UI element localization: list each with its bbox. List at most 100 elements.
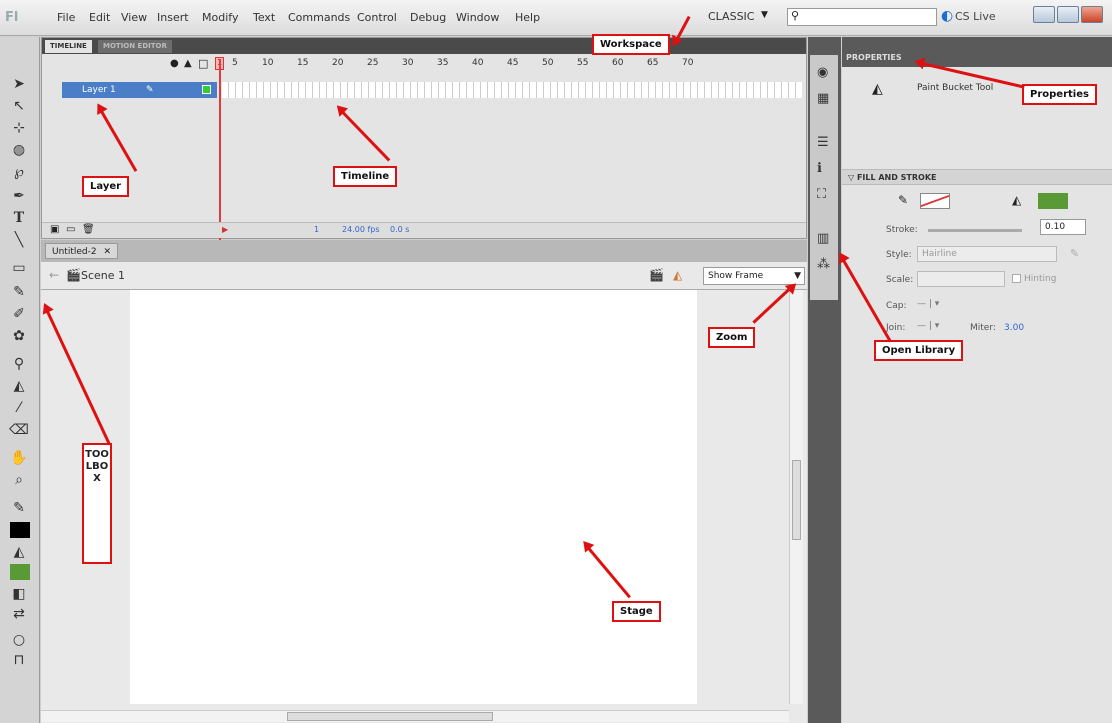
- section-header[interactable]: ▽ FILL AND STROKE: [842, 169, 1112, 185]
- search-input[interactable]: ⚲: [787, 8, 937, 26]
- app-logo: Fl: [5, 10, 19, 25]
- components-icon[interactable]: ⁂: [817, 257, 833, 273]
- library-icon[interactable]: ▥: [817, 231, 833, 247]
- paint-bucket-icon[interactable]: ◭: [8, 377, 30, 395]
- default-colors-icon[interactable]: ◧: [8, 585, 30, 603]
- close-icon[interactable]: ✕: [103, 247, 111, 257]
- stroke-slider[interactable]: [928, 229, 1022, 232]
- edit-scene-icon[interactable]: 🎬: [649, 268, 664, 282]
- menu-view[interactable]: View: [121, 11, 147, 24]
- callout-layer: Layer: [82, 176, 130, 197]
- rectangle-tool-icon[interactable]: ▭: [8, 259, 30, 277]
- line-tool-icon[interactable]: ╲: [8, 231, 30, 249]
- fill-color-swatch[interactable]: [1038, 193, 1068, 209]
- free-transform-icon[interactable]: ⊹: [8, 119, 30, 137]
- zoom-tool-icon[interactable]: ⌕: [8, 471, 30, 489]
- miter-value[interactable]: 3.00: [1004, 323, 1024, 333]
- align-icon[interactable]: ☰: [817, 135, 833, 151]
- menu-file[interactable]: File: [57, 11, 75, 24]
- bone-tool-icon[interactable]: ⚲: [8, 355, 30, 373]
- new-folder-icon[interactable]: ▭: [66, 224, 75, 235]
- info-icon[interactable]: ℹ: [817, 161, 833, 177]
- cs-live-button[interactable]: CS Live: [955, 10, 996, 23]
- menu-insert[interactable]: Insert: [157, 11, 189, 24]
- frame-cells[interactable]: [222, 82, 802, 98]
- layer-color-icon[interactable]: [202, 85, 211, 94]
- maximize-button[interactable]: [1057, 6, 1079, 23]
- menu-help[interactable]: Help: [515, 11, 540, 24]
- lasso-icon[interactable]: ℘: [8, 163, 30, 181]
- join-select[interactable]: — | ▾: [917, 321, 939, 331]
- pencil-icon: ✎: [146, 85, 154, 95]
- subselection-tool-icon[interactable]: ↖: [8, 97, 30, 115]
- edit-symbols-icon[interactable]: ◭: [673, 268, 682, 282]
- back-arrow-icon[interactable]: ←: [49, 268, 59, 282]
- timeline-tabbar: TIMELINE MOTION EDITOR: [42, 38, 806, 54]
- stroke-label: Stroke:: [886, 225, 918, 235]
- delete-layer-icon[interactable]: 🗑: [82, 224, 95, 235]
- fill-bucket-icon: ◭: [13, 544, 25, 560]
- eyedropper-icon[interactable]: ⁄: [8, 399, 30, 417]
- frame-number: 60: [612, 58, 624, 68]
- edit-stroke-icon[interactable]: ✎: [1070, 247, 1079, 260]
- close-button[interactable]: [1081, 6, 1103, 23]
- swatches-icon[interactable]: ▦: [817, 91, 833, 107]
- snap-icon[interactable]: ⊓: [8, 651, 30, 669]
- scroll-thumb[interactable]: [287, 712, 493, 721]
- tab-timeline[interactable]: TIMELINE: [45, 40, 92, 53]
- frame-number: 20: [332, 58, 344, 68]
- selection-tool-icon[interactable]: ➤: [8, 75, 30, 93]
- stroke-value-input[interactable]: 0.10: [1040, 219, 1086, 235]
- workspace-switcher[interactable]: CLASSIC: [708, 10, 754, 23]
- eraser-icon[interactable]: ⌫: [8, 421, 30, 439]
- play-icon[interactable]: ▶: [222, 225, 228, 234]
- stroke-color-swatch[interactable]: [10, 522, 30, 538]
- menu-edit[interactable]: Edit: [89, 11, 110, 24]
- lock-icon[interactable]: ▲: [184, 58, 192, 69]
- scroll-thumb[interactable]: [792, 460, 801, 540]
- stroke-color-swatch[interactable]: [920, 193, 950, 209]
- object-drawing-icon[interactable]: ○: [8, 631, 30, 649]
- timeline-panel: TIMELINE MOTION EDITOR ● ▲ □ 5 10 15 20 …: [41, 37, 807, 244]
- brush-tool-icon[interactable]: ✐: [8, 305, 30, 323]
- pencil-tool-icon[interactable]: ✎: [8, 283, 30, 301]
- new-layer-icon[interactable]: ▣: [50, 224, 59, 235]
- frame-ruler: 5 10 15 20 25 30 35 40 45 50 55 60 65 70: [212, 58, 802, 72]
- stage[interactable]: [130, 290, 697, 704]
- minimize-button[interactable]: [1033, 6, 1055, 23]
- frame-rate[interactable]: 24.00 fps: [342, 225, 380, 234]
- chevron-down-icon[interactable]: ▼: [761, 10, 768, 20]
- callout-toolbox: TOOLBOX: [82, 443, 112, 564]
- fill-color-swatch[interactable]: [10, 564, 30, 580]
- outline-icon[interactable]: □: [198, 57, 208, 70]
- swap-colors-icon[interactable]: ⇄: [8, 605, 30, 623]
- eye-icon[interactable]: ●: [170, 58, 179, 69]
- layer-row[interactable]: Layer 1 ✎: [62, 82, 217, 98]
- deco-tool-icon[interactable]: ✿: [8, 327, 30, 345]
- callout-stage: Stage: [612, 601, 661, 622]
- document-tab-label: Untitled-2: [52, 247, 97, 257]
- hand-tool-icon[interactable]: ✋: [8, 449, 30, 467]
- color-panel-icon[interactable]: ◉: [817, 65, 833, 81]
- menu-commands[interactable]: Commands: [288, 11, 350, 24]
- pen-tool-icon[interactable]: ✒: [8, 187, 30, 205]
- frame-number: 45: [507, 58, 519, 68]
- vertical-scrollbar[interactable]: [789, 290, 803, 704]
- scale-select[interactable]: [917, 271, 1005, 287]
- horizontal-scrollbar[interactable]: [41, 710, 789, 722]
- scene-icon: 🎬: [66, 268, 81, 282]
- document-tab[interactable]: Untitled-2 ✕: [45, 243, 118, 259]
- menu-debug[interactable]: Debug: [410, 11, 446, 24]
- menu-modify[interactable]: Modify: [202, 11, 238, 24]
- menu-text[interactable]: Text: [253, 11, 275, 24]
- text-tool-icon[interactable]: T: [8, 209, 30, 227]
- 3d-rotation-icon[interactable]: ◍: [8, 141, 30, 159]
- menu-window[interactable]: Window: [456, 11, 499, 24]
- cap-select[interactable]: — | ▾: [917, 299, 939, 309]
- tab-motion-editor[interactable]: MOTION EDITOR: [98, 40, 172, 53]
- tab-properties[interactable]: PROPERTIES: [846, 53, 902, 62]
- menu-control[interactable]: Control: [357, 11, 397, 24]
- transform-icon[interactable]: ⛶: [817, 187, 833, 203]
- hinting-checkbox[interactable]: [1012, 274, 1021, 283]
- style-select[interactable]: Hairline: [917, 246, 1057, 262]
